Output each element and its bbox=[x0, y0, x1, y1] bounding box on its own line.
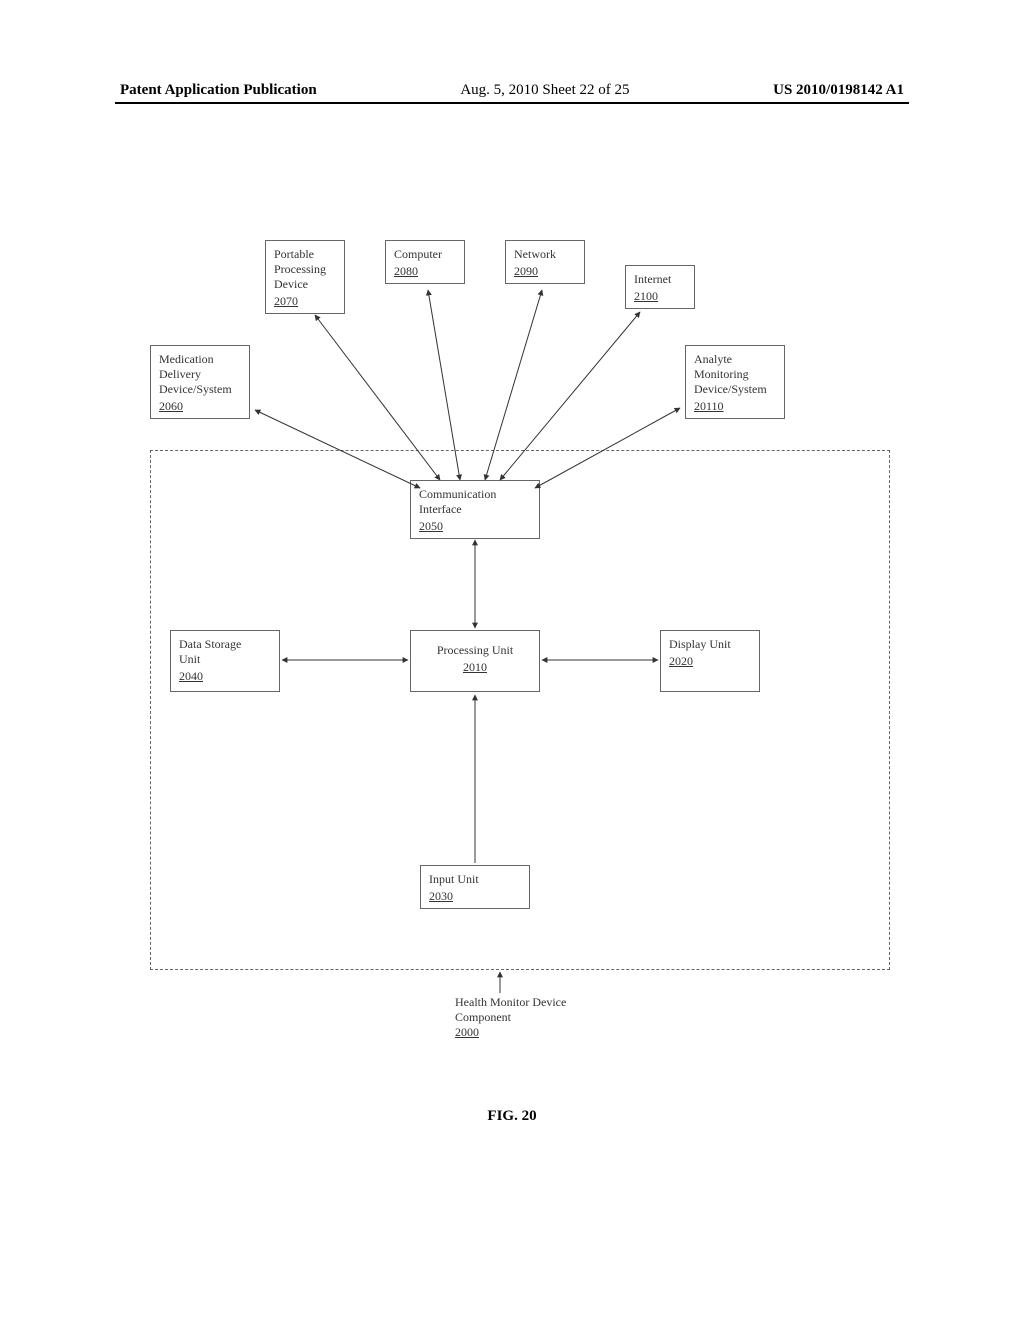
header-rule bbox=[115, 102, 909, 104]
box-comm-ref: 2050 bbox=[419, 519, 531, 534]
box-comm-label: Communication Interface bbox=[419, 487, 496, 516]
diagram-area: Portable Processing Device 2070 Computer… bbox=[140, 240, 900, 1060]
health-monitor-label: Health Monitor Device Component 2000 bbox=[455, 995, 566, 1040]
box-input: Input Unit 2030 bbox=[420, 865, 530, 909]
box-internet-ref: 2100 bbox=[634, 289, 686, 304]
box-display-label: Display Unit bbox=[669, 637, 731, 651]
box-network: Network 2090 bbox=[505, 240, 585, 284]
box-medication-ref: 2060 bbox=[159, 399, 241, 414]
box-processing: Processing Unit 2010 bbox=[410, 630, 540, 692]
box-portable-label: Portable Processing Device bbox=[274, 247, 326, 291]
box-display-ref: 2020 bbox=[669, 654, 751, 669]
health-monitor-ref: 2000 bbox=[455, 1025, 566, 1040]
box-input-ref: 2030 bbox=[429, 889, 521, 904]
header-left: Patent Application Publication bbox=[120, 82, 317, 99]
box-internet-label: Internet bbox=[634, 272, 671, 286]
box-input-label: Input Unit bbox=[429, 872, 479, 886]
box-storage-ref: 2040 bbox=[179, 669, 271, 684]
box-analyte-label: Analyte Monitoring Device/System bbox=[694, 352, 767, 396]
box-analyte-ref: 20110 bbox=[694, 399, 776, 414]
box-comm: Communication Interface 2050 bbox=[410, 480, 540, 539]
box-storage: Data Storage Unit 2040 bbox=[170, 630, 280, 692]
header-right: US 2010/0198142 A1 bbox=[773, 82, 904, 99]
box-internet: Internet 2100 bbox=[625, 265, 695, 309]
box-network-ref: 2090 bbox=[514, 264, 576, 279]
health-monitor-text: Health Monitor Device Component bbox=[455, 995, 566, 1024]
box-analyte: Analyte Monitoring Device/System 20110 bbox=[685, 345, 785, 419]
box-medication: Medication Delivery Device/System 2060 bbox=[150, 345, 250, 419]
box-processing-ref: 2010 bbox=[419, 660, 531, 675]
header-mid: Aug. 5, 2010 Sheet 22 of 25 bbox=[460, 82, 629, 99]
box-computer-label: Computer bbox=[394, 247, 442, 261]
box-portable: Portable Processing Device 2070 bbox=[265, 240, 345, 314]
box-portable-ref: 2070 bbox=[274, 294, 336, 309]
box-storage-label: Data Storage Unit bbox=[179, 637, 241, 666]
box-computer: Computer 2080 bbox=[385, 240, 465, 284]
box-processing-label: Processing Unit bbox=[437, 643, 513, 657]
page-header: Patent Application Publication Aug. 5, 2… bbox=[0, 82, 1024, 99]
figure-caption: FIG. 20 bbox=[0, 1108, 1024, 1125]
box-medication-label: Medication Delivery Device/System bbox=[159, 352, 232, 396]
box-display: Display Unit 2020 bbox=[660, 630, 760, 692]
box-computer-ref: 2080 bbox=[394, 264, 456, 279]
box-network-label: Network bbox=[514, 247, 556, 261]
